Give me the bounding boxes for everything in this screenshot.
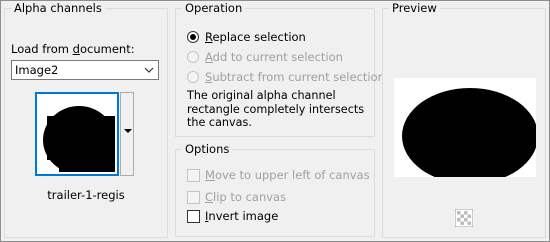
- document-select[interactable]: Image2: [11, 60, 159, 80]
- operation-description: The original alpha channel rectangle com…: [187, 89, 365, 129]
- preview-image: [394, 78, 536, 177]
- checkbox-unchecked-icon: [187, 210, 200, 223]
- checkbox-unchecked-icon: [187, 191, 200, 204]
- checkbox-unchecked-icon: [187, 169, 200, 182]
- channel-thumbnail-image: [39, 96, 115, 172]
- document-select-value: Image2: [15, 63, 59, 77]
- radio-checked-icon: [187, 31, 199, 43]
- alpha-channels-group: Alpha channels Load from document: Image…: [4, 1, 168, 238]
- load-from-document-label: Load from document:: [11, 42, 135, 56]
- dropdown-arrow-icon: [124, 129, 132, 133]
- operation-group: Operation Replace selection Add to curre…: [175, 1, 385, 137]
- add-to-current-selection-label: Add to current selection: [205, 50, 343, 64]
- subtract-from-current-selection-label: Subtract from current selection: [205, 70, 385, 84]
- invert-image-label: Invert image: [205, 209, 279, 223]
- channel-name: trailer-1-regis: [47, 188, 125, 202]
- preview-group: Preview: [382, 1, 546, 238]
- move-to-upper-left-label: Move to upper left of canvas: [205, 168, 370, 182]
- channel-thumbnail[interactable]: [35, 92, 119, 176]
- replace-selection-label: Replace selection: [205, 30, 306, 44]
- options-title: Options: [182, 142, 233, 156]
- operation-title: Operation: [182, 1, 246, 15]
- radio-unchecked-icon: [187, 71, 199, 83]
- alpha-channels-title: Alpha channels: [11, 1, 105, 15]
- chevron-down-icon: [144, 67, 154, 73]
- radio-unchecked-icon: [187, 51, 199, 63]
- checkerboard-icon[interactable]: [455, 209, 473, 227]
- options-group: Options Move to upper left of canvas Cli…: [175, 142, 375, 237]
- thumbnail-dropdown-button[interactable]: [120, 92, 134, 176]
- dialog-frame: Alpha channels Load from document: Image…: [0, 0, 550, 242]
- clip-to-canvas-label: Clip to canvas: [205, 190, 287, 204]
- preview-title: Preview: [389, 1, 440, 15]
